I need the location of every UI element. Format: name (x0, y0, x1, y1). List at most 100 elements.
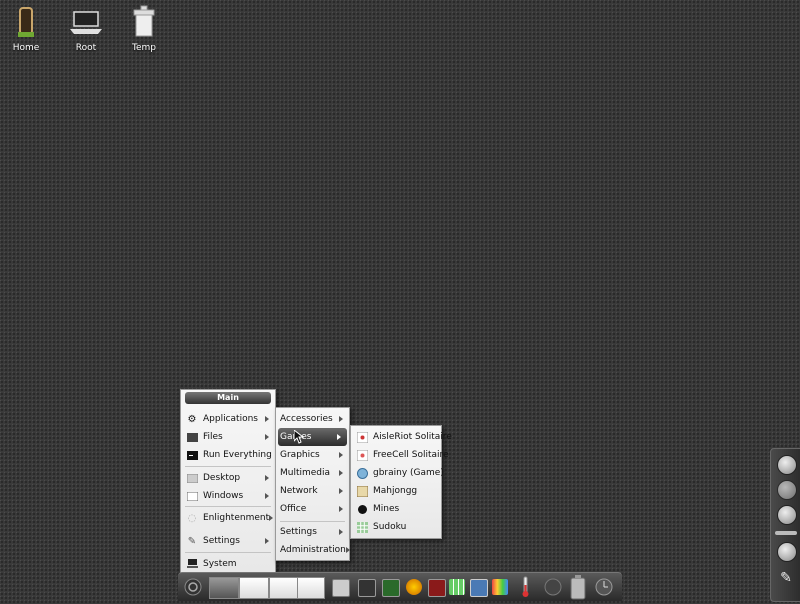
menu-item-sudoku[interactable]: Sudoku (351, 518, 441, 536)
submenu-arrow-icon (339, 506, 343, 512)
menu-item-label: Graphics (280, 450, 320, 460)
pager-desk-3[interactable] (269, 577, 299, 599)
start-button[interactable] (182, 577, 204, 597)
submenu-arrow-icon (265, 416, 269, 422)
desktop-icon-label: Temp (132, 43, 156, 53)
menu-item-label: Mines (373, 504, 400, 514)
desktop-icon-label: Root (75, 43, 97, 53)
menu-item-label: Run Everything (203, 450, 272, 460)
cards-icon (356, 449, 368, 461)
menu-item-mahjongg[interactable]: Mahjongg (351, 482, 441, 500)
submenu-arrow-icon (339, 452, 343, 458)
submenu-arrow-icon (269, 515, 274, 521)
clock-gadget-icon[interactable] (777, 455, 797, 475)
screen-launcher-icon[interactable] (358, 579, 376, 597)
menu-item-label: Settings (280, 527, 317, 537)
desktop-icon-temp[interactable]: Temp (118, 4, 170, 53)
gear-icon: ⚙ (187, 413, 197, 425)
games-submenu: AisleRiot Solitaire FreeCell Solitaire g… (350, 425, 452, 539)
menu-item-label: AisleRiot Solitaire (373, 432, 452, 442)
desktop-icon-home[interactable]: Home (0, 4, 52, 53)
menu-separator (185, 466, 271, 467)
menu-item-label: Mahjongg (373, 486, 418, 496)
menu-item-games[interactable]: Games (278, 428, 347, 446)
divider (775, 531, 797, 535)
menu-item-office[interactable]: Office (276, 500, 349, 518)
apps-grid-icon[interactable] (449, 579, 465, 595)
submenu-arrow-icon (337, 434, 341, 440)
menu-item-label: Windows (203, 491, 244, 501)
pager-desk-2[interactable] (239, 577, 269, 599)
submenu-arrow-icon (339, 488, 343, 494)
home-icon (8, 4, 44, 40)
menu-item-label: Desktop (203, 473, 241, 483)
submenu-arrow-icon (265, 538, 269, 544)
menu-item-aisleriot[interactable]: AisleRiot Solitaire (351, 428, 452, 446)
menu-item-accessories[interactable]: Accessories (276, 410, 349, 428)
window-icon (186, 490, 198, 502)
folder-launcher-icon[interactable] (332, 579, 350, 597)
terminal-icon (186, 449, 198, 461)
menu-item-freecell[interactable]: FreeCell Solitaire (351, 446, 449, 464)
submenu-arrow-icon (345, 547, 350, 553)
applications-submenu: Accessories Games Graphics Multimedia Ne… (275, 407, 350, 561)
cards-icon (356, 431, 368, 443)
bottom-shelf (178, 572, 622, 601)
desktop-icon (186, 472, 198, 484)
pager-desk-4[interactable] (297, 577, 325, 599)
pager-desk-1[interactable] (209, 577, 239, 599)
menu-separator (185, 506, 271, 507)
menu-item-label: Accessories (280, 414, 333, 424)
wrench-icon: ✎ (187, 535, 197, 547)
computer-icon (186, 558, 198, 570)
menu-separator (185, 552, 271, 553)
menu-item-label: gbrainy (Game) (373, 468, 444, 478)
folder-icon (186, 431, 198, 443)
settings-gadget-icon[interactable] (777, 542, 797, 562)
menu-separator (280, 521, 345, 522)
menu-item-applications[interactable]: ⚙ Applications (181, 410, 275, 428)
terminal-launcher-icon[interactable] (428, 579, 446, 597)
menu-item-app-settings[interactable]: Settings (276, 523, 349, 541)
menu-item-files[interactable]: Files (181, 428, 275, 446)
cpu-gauge-icon[interactable] (543, 577, 563, 597)
wrench-icon[interactable]: ✎ (777, 569, 795, 587)
menu-item-multimedia[interactable]: Multimedia (276, 464, 349, 482)
menu-item-settings[interactable]: ✎ Settings (181, 532, 275, 550)
menu-item-mines[interactable]: Mines (351, 500, 441, 518)
menu-item-system[interactable]: System (181, 555, 275, 573)
desktop-icon-root[interactable]: Root (60, 4, 112, 53)
monitor-launcher-icon[interactable] (382, 579, 400, 597)
trash-icon (126, 4, 162, 40)
temperature-gauge-icon[interactable] (522, 576, 530, 598)
main-menu: Main ⚙ Applications Files Run Everything… (180, 389, 276, 574)
battery-icon[interactable] (569, 574, 587, 600)
menu-item-label: Administration (280, 545, 346, 555)
menu-item-administration[interactable]: Administration (276, 541, 350, 559)
menu-item-label: Office (280, 504, 307, 514)
brain-icon (356, 467, 368, 479)
sudoku-grid-icon (356, 521, 368, 533)
menu-item-windows[interactable]: Windows (181, 487, 275, 505)
main-menu-title: Main (185, 392, 271, 404)
submenu-arrow-icon (339, 470, 343, 476)
paint-launcher-icon[interactable] (492, 579, 508, 595)
menu-item-label: Multimedia (280, 468, 331, 478)
menu-item-desktop[interactable]: Desktop (181, 469, 275, 487)
menu-item-label: FreeCell Solitaire (373, 450, 449, 460)
menu-item-label: Applications (203, 414, 258, 424)
menu-item-run-everything[interactable]: Run Everything (181, 446, 275, 464)
clock-icon[interactable] (594, 577, 614, 597)
menu-item-enlightenment[interactable]: ◌ Enlightenment (181, 509, 275, 527)
menu-item-graphics[interactable]: Graphics (276, 446, 349, 464)
e-logo-icon: ◌ (187, 512, 197, 524)
menu-item-gbrainy[interactable]: gbrainy (Game) (351, 464, 444, 482)
gauge-gadget-icon[interactable] (777, 480, 797, 500)
browser-launcher-icon[interactable] (406, 579, 422, 595)
power-gadget-icon[interactable] (777, 505, 797, 525)
mine-icon (356, 503, 368, 515)
menu-item-label: Files (203, 432, 223, 442)
image-viewer-icon[interactable] (470, 579, 488, 597)
menu-item-network[interactable]: Network (276, 482, 349, 500)
mouse-cursor-icon (293, 428, 305, 448)
